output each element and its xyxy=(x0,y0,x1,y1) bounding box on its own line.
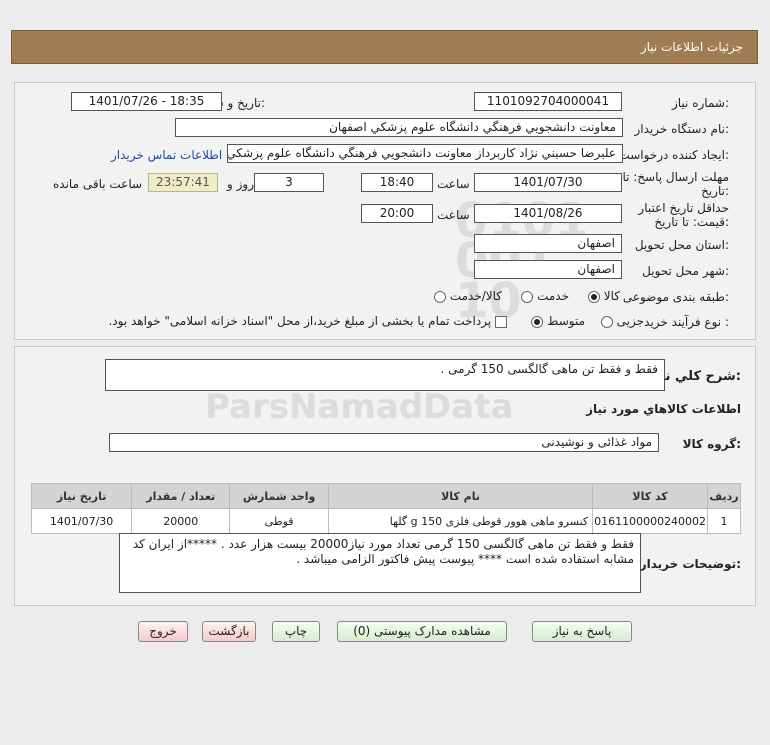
delivery-city-label: شهر محل تحویل: xyxy=(642,264,729,278)
header-row-number: ردیف xyxy=(707,483,741,509)
category-option-goods[interactable]: کالا xyxy=(587,289,620,303)
need-number-field: 1101092704000041 xyxy=(474,92,622,111)
cell-goods-code: 0161100000240002 xyxy=(592,508,709,534)
process-label: نوع فرآیند خرید : xyxy=(644,315,729,329)
validity-label: حداقل تاریخ اعتبار xyxy=(638,201,729,215)
page-title: جزئیات اطلاعات نیاز xyxy=(640,40,743,54)
cell-row-number: 1 xyxy=(707,508,741,534)
reply-button[interactable]: پاسخ به نیاز xyxy=(532,621,632,642)
process-option-minor[interactable]: جزیی xyxy=(600,314,644,328)
process-option-medium[interactable]: متوسط xyxy=(531,314,585,328)
category-goods-radio[interactable] xyxy=(587,290,600,303)
header-goods-name: نام کالا xyxy=(327,483,594,509)
process-medium-radio[interactable] xyxy=(531,315,544,328)
cell-need-date: 1401/07/30 xyxy=(30,508,133,534)
deadline-time-field: 18:40 xyxy=(361,173,433,192)
creator-field: عليرضا حسيني نژاد کاربرداز معاونت دانشجو… xyxy=(227,144,623,163)
cell-quantity: 20000 xyxy=(131,508,231,534)
contact-buyer-link[interactable]: اطلاعات تماس خریدار xyxy=(111,148,222,162)
watermark-parsnamad: ParsNamadData xyxy=(205,387,514,427)
remaining-label: ساعت باقی مانده xyxy=(53,177,143,191)
goods-group-label: گروه کالا: xyxy=(682,437,741,451)
buyer-label: نام دستگاه خریدار: xyxy=(634,122,730,136)
need-description-panel: ParsNamadData شرح کلي نياز: فقط و فقط تن… xyxy=(14,346,756,606)
treasury-checkbox[interactable] xyxy=(495,315,507,328)
header-need-date: تاریخ نیاز xyxy=(30,483,133,509)
header-quantity: تعداد / مقدار xyxy=(131,483,231,509)
creator-label: ایجاد کننده درخواست: xyxy=(618,148,729,162)
deadline-label-2: تاریخ: xyxy=(701,184,729,198)
goods-info-title: اطلاعات کالاهاي مورد نياز xyxy=(586,402,741,416)
validity-label-2: قیمت: تا تاریخ: xyxy=(654,215,729,229)
table-row: 1 0161100000240002 کنسرو ماهی هوور قوطی … xyxy=(30,508,741,534)
treasury-text: پرداخت تمام یا بخشی از مبلغ خرید،از محل … xyxy=(108,314,492,328)
deadline-date-field: 1401/07/30 xyxy=(474,173,622,192)
category-label: طبقه بندی موضوعی: xyxy=(622,290,729,304)
buyer-notes-label: توضیحات خریدار: xyxy=(639,557,741,571)
delivery-city-field: اصفهان xyxy=(474,260,622,279)
buyer-field: معاونت دانشجويي فرهنگي دانشگاه علوم پزشك… xyxy=(175,118,623,137)
goods-table-header: ردیف کد کالا نام کالا واحد شمارش تعداد /… xyxy=(30,483,741,509)
header-goods-code: کد کالا xyxy=(592,483,709,509)
page-header: جزئیات اطلاعات نیاز xyxy=(11,30,758,64)
remaining-timer: 23:57:41 xyxy=(148,173,218,192)
goods-table: ردیف کد کالا نام کالا واحد شمارش تعداد /… xyxy=(30,483,741,534)
process-minor-radio[interactable] xyxy=(600,315,613,328)
need-info-panel: 010100110 شماره نیاز: 1101092704000041 ت… xyxy=(14,82,756,340)
delivery-province-field: اصفهان xyxy=(474,234,622,253)
validity-time-label: ساعت xyxy=(437,208,470,222)
category-option-goods-service[interactable]: کالا/خدمت xyxy=(433,289,502,303)
deadline-label: مهلت ارسال پاسخ: تا xyxy=(622,170,729,184)
goods-group-field: مواد غذائی و نوشیدنی xyxy=(109,433,659,452)
general-description-field: فقط و فقط تن ماهی گالگسی 150 گرمی . xyxy=(105,359,665,391)
days-field: 3 xyxy=(254,173,324,192)
buyer-notes-field: فقط و فقط تن ماهی گالگسی 150 گرمی تعداد … xyxy=(119,533,641,593)
validity-time-field: 20:00 xyxy=(361,204,433,223)
cell-unit: قوطی xyxy=(229,508,329,534)
category-service-radio[interactable] xyxy=(521,290,534,303)
back-button[interactable]: بازگشت xyxy=(202,621,256,642)
need-number-label: شماره نیاز: xyxy=(671,96,729,110)
print-button[interactable]: چاپ xyxy=(272,621,320,642)
cell-goods-name: کنسرو ماهی هوور قوطی فلزی 150 g گلها xyxy=(327,508,594,534)
deadline-time-label: ساعت xyxy=(437,177,470,191)
validity-date-field: 1401/08/26 xyxy=(474,204,622,223)
category-goods-service-radio[interactable] xyxy=(433,290,446,303)
exit-button[interactable]: خروج xyxy=(138,621,188,642)
days-label: روز و xyxy=(227,177,254,191)
attachments-button[interactable]: مشاهده مدارک پیوستی (0) xyxy=(337,621,507,642)
announce-field: 1401/07/26 - 18:35 xyxy=(71,92,222,111)
treasury-option[interactable]: پرداخت تمام یا بخشی از مبلغ خرید،از محل … xyxy=(108,314,507,328)
delivery-province-label: استان محل تحویل: xyxy=(634,238,729,252)
category-option-service[interactable]: خدمت xyxy=(521,289,569,303)
header-unit: واحد شمارش xyxy=(229,483,329,509)
